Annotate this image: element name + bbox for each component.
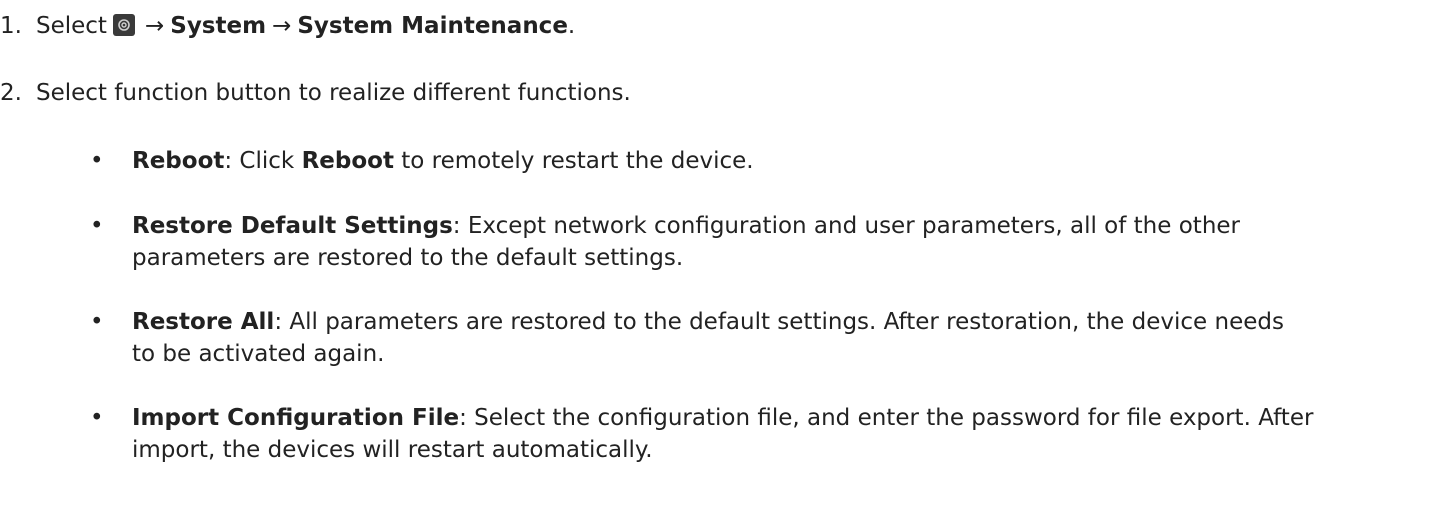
bullet-desc-line1: : Except network configuration and user … <box>452 213 1240 239</box>
bullet-desc-line2: parameters are restored to the default s… <box>132 245 684 271</box>
bullet-desc-line1: : All parameters are restored to the def… <box>274 309 1284 335</box>
step-2-text: Select function button to realize differ… <box>36 80 631 106</box>
arrow-2: → <box>272 13 292 39</box>
arrow-1: → <box>144 13 165 39</box>
bullet-term: Import Configuration File <box>132 405 460 431</box>
bullet-reboot: • Reboot: Click Reboot to remotely resta… <box>90 145 1412 177</box>
step-1-number: 1. <box>0 13 22 39</box>
step-1: 1. Select → System → System Maintenance. <box>0 10 575 42</box>
bullet-dot: • <box>90 405 104 431</box>
bullet-term: Reboot <box>132 148 225 174</box>
bullet-restore-default: • Restore Default Settings: Except netwo… <box>90 210 1412 274</box>
bullet-dot: • <box>90 213 104 239</box>
menu-system-maintenance: System Maintenance <box>297 13 568 39</box>
document-page: 1. Select → System → System Maintenance. 2. Se… <box>0 0 1442 510</box>
bullet-desc-line2: to be activated again. <box>132 341 385 367</box>
bullet-desc-line2: import, the devices will restart automat… <box>132 437 653 463</box>
bullet-dot: • <box>90 148 104 174</box>
reboot-inline-label: Reboot <box>301 148 394 174</box>
bullet-desc-line1: : Select the configuration file, and ent… <box>459 405 1314 431</box>
bullet-desc: : Click <box>224 148 302 174</box>
step-2-number: 2. <box>0 80 22 106</box>
select-word: Select <box>36 13 107 39</box>
step-2: 2. Select function button to realize diff… <box>0 77 631 109</box>
menu-system: System <box>170 13 267 39</box>
bullet-import-config: • Import Configuration File: Select the … <box>90 402 1412 466</box>
bullet-term: Restore All <box>132 309 275 335</box>
step-1-period: . <box>567 13 576 39</box>
bullet-restore-all: • Restore All: All parameters are restor… <box>90 306 1412 370</box>
bullet-desc-suffix: to remotely restart the device. <box>393 148 754 174</box>
bullet-dot: • <box>90 309 104 335</box>
bullet-term: Restore Default Settings <box>132 213 453 239</box>
settings-gear-icon <box>112 14 135 36</box>
